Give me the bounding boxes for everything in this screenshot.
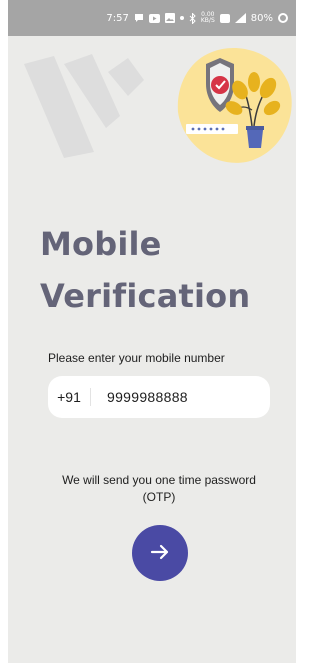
network-speed: 0.00 KB/S <box>201 12 215 24</box>
signal-icon <box>234 13 246 23</box>
page-title-line-2: Verification <box>40 277 251 315</box>
more-notifications-dot-icon <box>179 16 184 20</box>
app-screen: 7:57 0.00 KB/S 80% Mobile Verification P… <box>8 0 296 663</box>
chat-bubble-icon <box>134 13 144 23</box>
bluetooth-icon <box>189 12 196 24</box>
page-title: Mobile Verification <box>40 218 250 322</box>
youtube-icon <box>148 13 160 23</box>
page-title-line-1: Mobile <box>40 225 162 263</box>
volte-icon <box>219 13 230 23</box>
security-illustration <box>176 30 296 170</box>
country-code[interactable]: +91 <box>48 389 90 405</box>
brand-logo <box>24 50 144 165</box>
arrow-right-icon <box>148 540 172 567</box>
battery-ring-icon <box>278 13 288 23</box>
next-button[interactable] <box>132 525 188 581</box>
mobile-number-field[interactable]: +91 <box>48 376 270 418</box>
network-speed-unit: KB/S <box>200 17 215 24</box>
gallery-notification-icon <box>164 13 175 23</box>
mobile-number-input[interactable] <box>91 389 251 405</box>
otp-note: We will send you one time password (OTP) <box>62 473 256 504</box>
battery-percent: 80% <box>250 12 273 24</box>
mobile-number-label: Please enter your mobile number <box>48 351 225 365</box>
status-time: 7:57 <box>106 12 129 24</box>
